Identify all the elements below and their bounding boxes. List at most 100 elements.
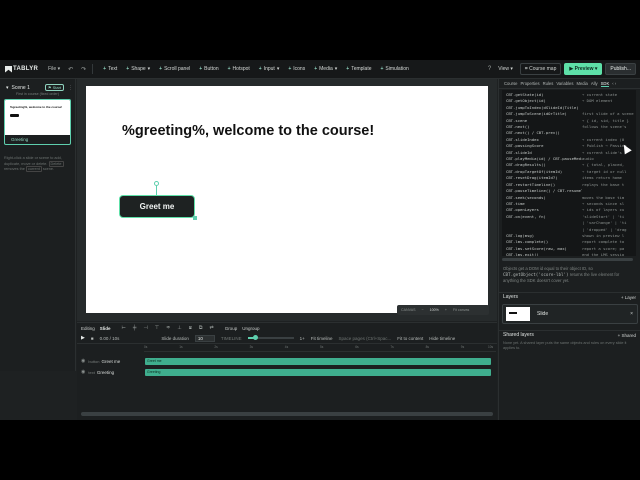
tabs-scroll-icon[interactable]: ‹ › xyxy=(612,81,616,86)
greet-me-button[interactable]: Greet me xyxy=(119,195,195,218)
align-left-icon[interactable]: ⊢ xyxy=(122,325,126,331)
tab-course[interactable]: Course xyxy=(504,81,518,86)
eye-icon[interactable]: ◉ xyxy=(81,358,85,364)
plus-icon: + xyxy=(288,66,292,72)
timeline-panel: Editing Slide ⊢ ╪ ⊣ ⊤ ≑ ⊥ ⧈ ⧉ ⇄ Group Un… xyxy=(77,322,497,420)
greeting-text[interactable]: %greeting%, welcome to the course! xyxy=(122,123,374,139)
undo-icon[interactable]: ↶ xyxy=(68,66,73,73)
zoom-step[interactable]: 1+ xyxy=(300,336,305,341)
course-map-button[interactable]: ⌗ Course map xyxy=(519,63,562,75)
row-name: Greet me xyxy=(101,358,121,364)
add-shared-button[interactable]: + Shared xyxy=(618,333,636,338)
timeline-bar[interactable]: Greet me xyxy=(145,357,491,365)
simulation-insert-button[interactable]: + Simulation xyxy=(377,64,413,74)
plus-icon: + xyxy=(314,66,318,72)
preview-button[interactable]: ▶ Preview ▾ xyxy=(564,63,603,75)
zoom-value: 100% xyxy=(429,308,439,312)
shape-insert-button[interactable]: + Shape ▾ xyxy=(122,64,154,74)
tab-variables[interactable]: Variables xyxy=(556,81,573,86)
view-menu-label: View xyxy=(498,66,509,72)
plus-icon: + xyxy=(227,66,231,72)
scene-header[interactable]: ▾ Scene 1 ⚑ Start ⋮ xyxy=(6,84,75,91)
ruler-tick: 3s xyxy=(249,345,253,349)
thumbnail-button xyxy=(10,114,19,117)
timeline-row[interactable]: ◉ text Greeting Greeting xyxy=(77,367,497,377)
fit-canvas-button[interactable]: Fit canvas xyxy=(453,308,469,312)
scroll-panel-insert-button[interactable]: + Scroll panel xyxy=(155,64,194,74)
timeline-ruler[interactable]: 0s 1s 2s 3s 4s 5s 6s 7s 8s 9s 10s xyxy=(144,345,496,352)
media-insert-button[interactable]: + Media ▾ xyxy=(310,64,341,74)
ungroup-button[interactable]: Ungroup xyxy=(242,326,259,331)
sdk-scrollbar[interactable] xyxy=(502,258,633,261)
insert-buttons: + Text + Shape ▾ + Scroll panel + Button + Hotspot… xyxy=(99,64,414,74)
fit-timeline-button[interactable]: Fit timeline xyxy=(311,336,333,341)
hide-timeline-button[interactable]: Hide timeline xyxy=(429,336,455,341)
copy-icon[interactable]: ⧉ xyxy=(199,325,203,331)
chevron-down-icon: ▾ xyxy=(334,66,338,72)
button-insert-button[interactable]: + Button xyxy=(195,64,222,74)
tab-rules[interactable]: Rules xyxy=(543,81,554,86)
ruler-tick: 8s xyxy=(425,345,429,349)
icons-insert-button[interactable]: + Icons xyxy=(284,64,309,74)
stop-icon[interactable]: ■ xyxy=(91,336,94,341)
sdk-note: Objects get a DOM id equal to their obje… xyxy=(503,266,634,284)
close-icon[interactable]: × xyxy=(630,311,633,317)
ruler-tick: 4s xyxy=(284,345,289,349)
icons-label: Icons xyxy=(293,66,306,72)
distribute-icon[interactable]: ⧈ xyxy=(189,325,192,331)
text-insert-button[interactable]: + Text xyxy=(99,64,121,74)
scenes-panel: ▾ Scene 1 ⚑ Start ⋮ First in course (fix… xyxy=(0,79,76,371)
tab-media[interactable]: Media xyxy=(576,81,587,86)
tab-properties[interactable]: Properties xyxy=(521,81,540,86)
tab-ally[interactable]: Ally xyxy=(591,81,598,86)
ruler-tick: 7s xyxy=(390,345,394,349)
file-menu[interactable]: File ▾ xyxy=(48,66,60,72)
timeline-scrollbar[interactable] xyxy=(81,412,493,416)
timeline-bar[interactable]: Greeting xyxy=(145,368,491,376)
align-middle-icon[interactable]: ≑ xyxy=(166,325,170,331)
align-center-icon[interactable]: ╪ xyxy=(133,325,137,331)
publish-button[interactable]: Publish... xyxy=(605,63,636,75)
slider-knob[interactable] xyxy=(252,335,258,340)
zoom-in-icon[interactable]: + xyxy=(445,308,447,312)
resize-handle[interactable] xyxy=(193,216,197,220)
shared-layers-title: Shared layers xyxy=(503,332,534,338)
plus-icon: + xyxy=(126,66,130,72)
logo-icon xyxy=(5,65,12,73)
input-insert-button[interactable]: + Input ▾ xyxy=(255,64,284,74)
canvas-area: %greeting%, welcome to the course! Greet… xyxy=(77,79,497,321)
tab-sdk[interactable]: SDK xyxy=(600,81,610,87)
view-menu[interactable]: View ▾ xyxy=(494,64,517,74)
align-bottom-icon[interactable]: ⊥ xyxy=(177,325,181,331)
fit-content-button[interactable]: Fit to content xyxy=(397,336,423,341)
zoom-out-icon[interactable]: − xyxy=(422,308,424,312)
eye-icon[interactable]: ◉ xyxy=(81,369,85,375)
group-button[interactable]: Group xyxy=(225,326,238,331)
text-label: Text xyxy=(108,66,118,72)
editing-target: Slide xyxy=(99,325,111,331)
align-right-icon[interactable]: ⊣ xyxy=(143,325,147,331)
hotspot-label: Hotspot xyxy=(232,66,250,72)
timeline-zoom-slider[interactable] xyxy=(247,335,294,340)
layer-thumbnail xyxy=(506,307,530,321)
rotate-handle[interactable] xyxy=(154,181,159,186)
redo-icon[interactable]: ↷ xyxy=(81,66,86,73)
map-icon: ⌗ xyxy=(524,66,528,72)
help-line-1: Right-click a slide or scene to add, xyxy=(4,156,62,160)
layer-name: Slide xyxy=(537,311,549,317)
add-layer-button[interactable]: + Layer xyxy=(621,295,636,300)
timeline-row[interactable]: ◉ button Greet me Greet me xyxy=(77,356,497,366)
collapse-icon[interactable]: ▾ xyxy=(6,85,9,91)
template-insert-button[interactable]: + Template xyxy=(342,64,375,74)
ruler-tick: 5s xyxy=(320,345,324,349)
scene-more-icon[interactable]: ⋮ xyxy=(68,85,73,91)
play-icon[interactable]: ▶ xyxy=(81,335,85,341)
slide-canvas[interactable]: %greeting%, welcome to the course! Greet… xyxy=(86,86,488,313)
align-top-icon[interactable]: ⊤ xyxy=(155,325,159,331)
hotspot-insert-button[interactable]: + Hotspot xyxy=(224,64,254,74)
help-icon[interactable]: ? xyxy=(488,66,491,72)
slide-duration-input[interactable]: 10 xyxy=(194,334,215,342)
swap-icon[interactable]: ⇄ xyxy=(209,325,213,331)
layer-slide[interactable]: Slide × xyxy=(502,304,638,324)
slide-thumbnail[interactable]: %greeting%, welcome to the course! Greet… xyxy=(4,99,71,145)
